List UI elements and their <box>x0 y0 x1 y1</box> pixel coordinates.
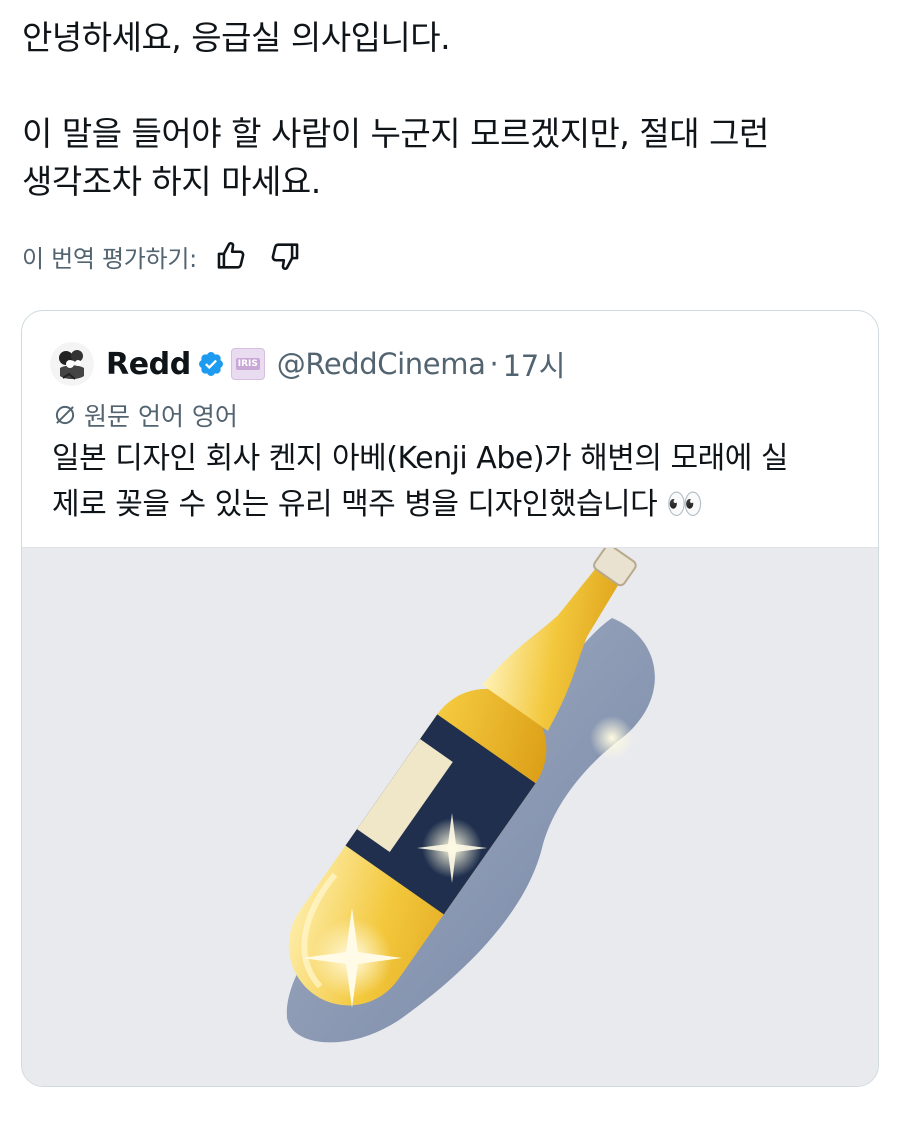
timestamp[interactable]: 17시 <box>503 343 566 385</box>
quoted-tweet-text-line: 일본 디자인 회사 켄지 아베(Kenji Abe)가 해변의 모래에 실 <box>52 441 788 476</box>
affiliation-badge-label: IRIS <box>235 358 260 370</box>
quoted-tweet-text-line: 제로 꽂을 수 있는 유리 맥주 병을 디자인했습니다 👀 <box>52 487 704 522</box>
quoted-tweet-text: 일본 디자인 회사 켄지 아베(Kenji Abe)가 해변의 모래에 실 제로… <box>52 436 872 528</box>
avatar[interactable] <box>50 342 94 386</box>
separator-dot: · <box>489 347 499 381</box>
translate-icon <box>55 405 75 425</box>
affiliation-badge-icon[interactable]: IRIS <box>230 348 265 380</box>
translation-rating-label: 이 번역 평가하기: <box>22 244 197 273</box>
tweet-text: 안녕하세요, 응급실 의사입니다. 이 말을 들어야 할 사람이 누군지 모르겠… <box>22 14 882 206</box>
thumbs-up-icon[interactable] <box>211 236 251 276</box>
tweet-text-line: 이 말을 들어야 할 사람이 누군지 모르겠지만, 절대 그런 <box>22 114 769 153</box>
original-language-label: 원문 언어 영어 <box>84 402 238 431</box>
translation-rating: 이 번역 평가하기: <box>22 236 305 276</box>
verified-badge-icon <box>198 352 223 376</box>
thumbs-down-icon[interactable] <box>265 236 305 276</box>
beer-bottle-image <box>22 548 878 1086</box>
quoted-tweet-header: Redd IRIS @ReddCinema · 17시 <box>50 341 565 387</box>
tweet-text-line: 생각조차 하지 마세요. <box>22 162 321 201</box>
quoted-tweet-card[interactable]: Redd IRIS @ReddCinema · 17시 원문 언어 영어 일본 … <box>21 310 879 1087</box>
user-handle[interactable]: @ReddCinema <box>277 347 486 381</box>
original-language-note: 원문 언어 영어 <box>52 397 238 433</box>
tweet-text-line: 안녕하세요, 응급실 의사입니다. <box>22 18 451 57</box>
media-image[interactable] <box>22 547 878 1086</box>
display-name[interactable]: Redd <box>106 347 191 382</box>
